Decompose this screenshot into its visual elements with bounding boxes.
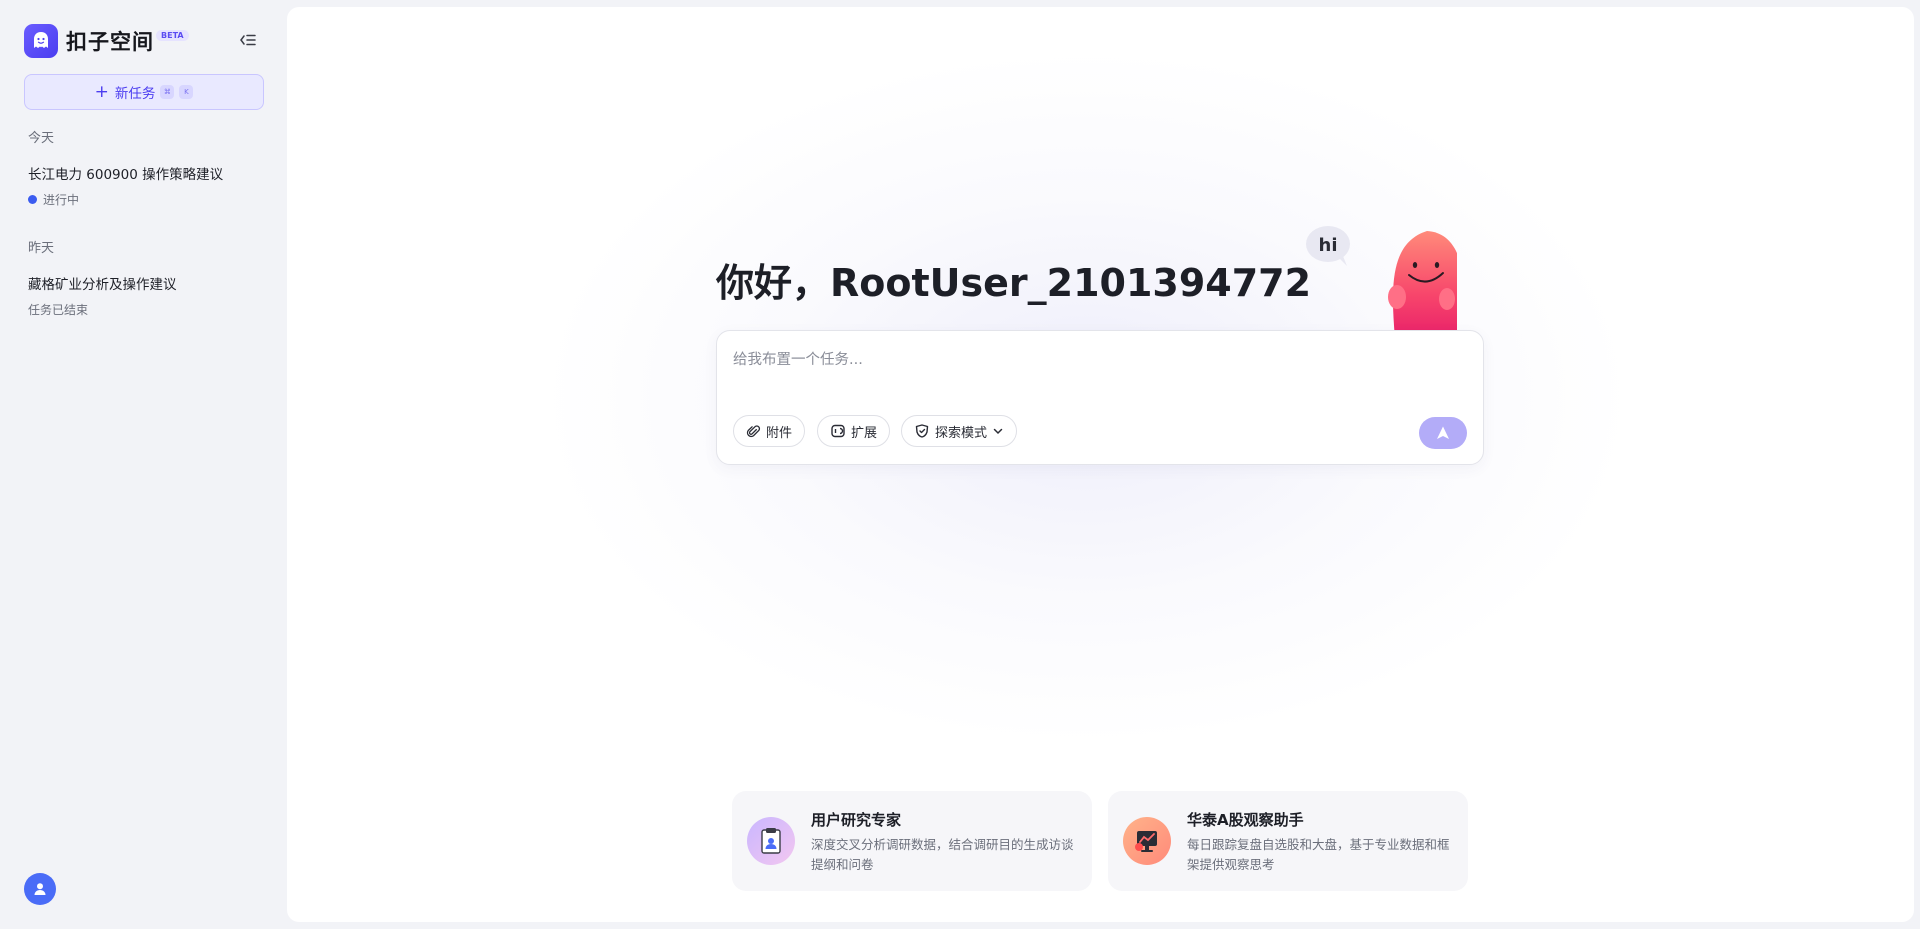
agent-card-description: 深度交叉分析调研数据，结合调研目的生成访谈提纲和问卷: [811, 837, 1074, 872]
history-item-status: 进行中: [28, 191, 260, 208]
history-item-title: 藏格矿业分析及操作建议: [28, 277, 177, 293]
user-avatar-button[interactable]: [24, 873, 56, 905]
sidebar: 扣子空间 BETA + 新任务 ⌘ K 今天 长江电力 600900 操作策略建…: [0, 0, 287, 929]
section-label-yesterday: 昨天: [28, 241, 55, 256]
status-dot-icon: [28, 195, 37, 204]
logo-icon: [24, 24, 58, 58]
beta-badge: BETA: [156, 29, 189, 41]
agent-card-description: 每日跟踪复盘自选股和大盘，基于专业数据和框架提供观察思考: [1187, 837, 1450, 872]
history-item[interactable]: 藏格矿业分析及操作建议 任务已结束: [28, 273, 260, 318]
task-composer: 附件 扩展 探索模式: [716, 330, 1484, 465]
history-item-status-text: 任务已结束: [28, 303, 89, 317]
extension-label: 扩展: [851, 425, 878, 441]
plus-icon: +: [94, 81, 109, 102]
section-label-today: 今天: [28, 131, 55, 146]
brand[interactable]: 扣子空间 BETA: [24, 24, 189, 58]
brand-name: 扣子空间: [66, 30, 154, 54]
clipboard-user-icon: [747, 817, 795, 865]
attach-label: 附件: [766, 425, 793, 441]
chevron-down-icon: [993, 428, 1003, 435]
history-item-title: 长江电力 600900 操作策略建议: [28, 167, 224, 183]
send-icon: [1437, 426, 1449, 439]
send-button[interactable]: [1419, 417, 1467, 449]
explore-mode-icon: [915, 424, 929, 438]
agent-card-user-research[interactable]: 用户研究专家 深度交叉分析调研数据，结合调研目的生成访谈提纲和问卷: [732, 791, 1092, 891]
task-input[interactable]: [733, 345, 1453, 375]
agent-card-title: 用户研究专家: [811, 811, 902, 829]
history-item[interactable]: 长江电力 600900 操作策略建议 进行中: [28, 163, 260, 208]
new-task-label: 新任务: [114, 86, 156, 102]
agent-card-title: 华泰A股观察助手: [1187, 811, 1304, 829]
greeting-heading: 你好，RootUser_2101394772: [716, 261, 1312, 305]
agent-card-stock-observer[interactable]: 华泰A股观察助手 每日跟踪复盘自选股和大盘，基于专业数据和框架提供观察思考: [1108, 791, 1468, 891]
shortcut-key-k: K: [179, 85, 194, 99]
extension-icon: [831, 424, 845, 438]
extension-button[interactable]: 扩展: [817, 415, 891, 447]
history-item-status: 任务已结束: [28, 301, 260, 318]
collapse-sidebar-icon: [240, 34, 256, 46]
stock-chart-icon: [1123, 817, 1171, 865]
shortcut-key-cmd: ⌘: [160, 85, 175, 99]
history-item-status-text: 进行中: [43, 193, 80, 207]
user-icon: [34, 883, 46, 895]
collapse-sidebar-button[interactable]: [236, 28, 260, 52]
explore-mode-label: 探索模式: [935, 425, 988, 441]
mascot-speech: hi: [1319, 235, 1338, 256]
paperclip-icon: [746, 424, 761, 437]
mascot-illustration: hi: [1306, 226, 1457, 339]
explore-mode-dropdown[interactable]: 探索模式: [901, 415, 1018, 447]
new-task-button[interactable]: + 新任务 ⌘ K: [24, 74, 264, 110]
main-panel: 你好，RootUser_2101394772 hi 附件: [287, 7, 1914, 922]
attach-button[interactable]: 附件: [733, 415, 806, 447]
